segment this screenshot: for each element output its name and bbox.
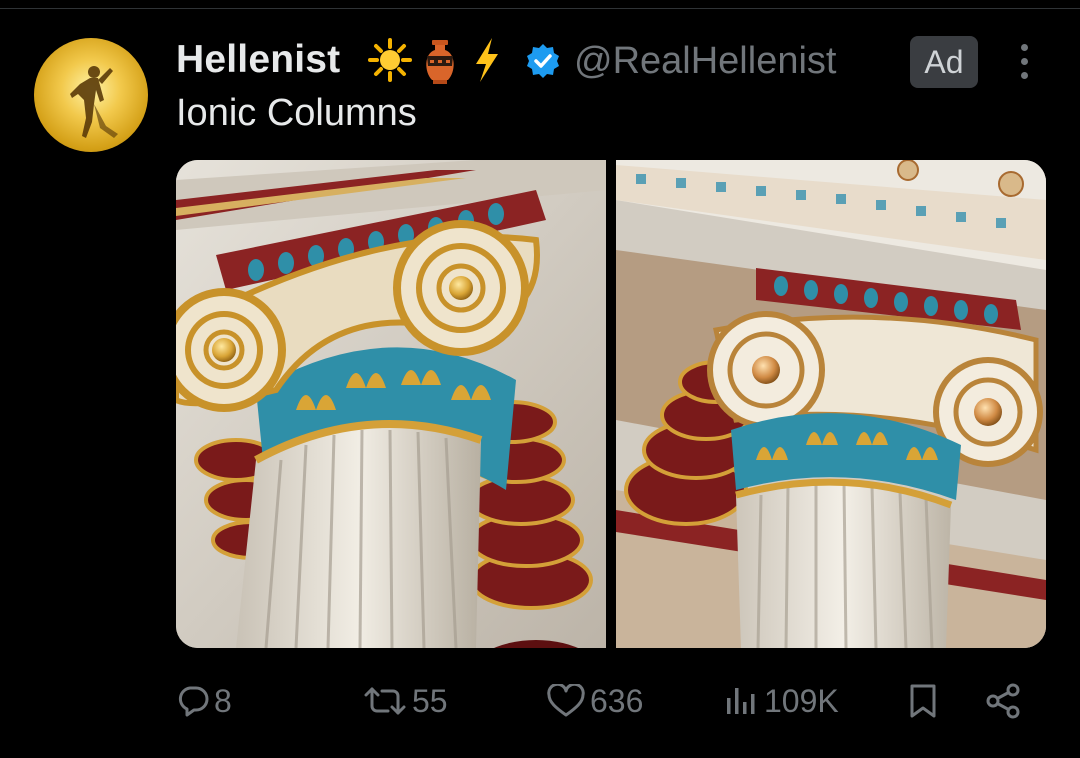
more-dot-icon	[1020, 44, 1028, 51]
views-button[interactable]: 109K	[724, 676, 839, 726]
lightning-icon	[472, 36, 502, 89]
repost-icon	[364, 687, 406, 715]
reply-icon	[178, 686, 209, 717]
share-button[interactable]	[984, 676, 1022, 726]
author-display-name[interactable]: Hellenist	[176, 38, 340, 82]
sun-icon	[366, 36, 414, 89]
views-count: 109K	[764, 682, 839, 719]
golden-statue-avatar-icon	[70, 66, 118, 138]
share-icon	[986, 683, 1020, 719]
top-divider	[0, 0, 1080, 9]
ionic-capital-photo-left[interactable]	[176, 160, 606, 648]
post-action-bar: 8 55 636 109K	[176, 676, 1046, 726]
more-options-button[interactable]	[1010, 40, 1038, 86]
amphora-icon	[418, 36, 462, 91]
more-dot-icon	[1020, 72, 1028, 79]
post-text: Ionic Columns	[176, 92, 417, 134]
more-dot-icon	[1020, 58, 1028, 65]
like-count: 636	[590, 682, 644, 719]
post-media[interactable]	[176, 160, 1046, 648]
views-bar-chart-icon	[727, 688, 755, 714]
like-button[interactable]: 636	[546, 676, 643, 726]
ionic-capital-photo-right[interactable]	[616, 160, 1046, 648]
verified-badge-icon	[524, 42, 562, 85]
repost-button[interactable]: 55	[362, 676, 448, 726]
author-handle[interactable]: @RealHellenist	[574, 40, 836, 83]
ad-badge: Ad	[910, 36, 978, 88]
repost-count: 55	[412, 682, 448, 719]
reply-count: 8	[214, 682, 232, 719]
post-header: Hellenist @RealHellenist Ad	[176, 36, 1056, 89]
bookmark-button[interactable]	[906, 676, 940, 726]
reply-button[interactable]: 8	[176, 676, 232, 726]
bookmark-icon	[910, 684, 936, 718]
avatar[interactable]	[34, 38, 148, 152]
heart-icon	[547, 684, 585, 717]
